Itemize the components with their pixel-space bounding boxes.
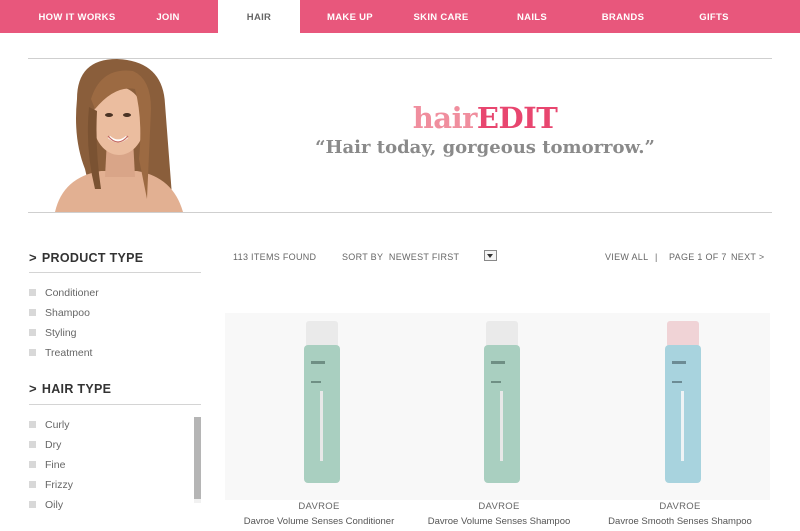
filter-divider xyxy=(29,272,201,273)
product-card[interactable]: DAVROE Davroe Smooth Senses Shampoo xyxy=(590,313,770,531)
product-brand: DAVROE xyxy=(478,501,520,512)
checkbox-icon xyxy=(29,328,36,336)
nav-hair[interactable]: HAIR xyxy=(218,0,300,33)
filter-item-label: Frizzy xyxy=(45,479,73,491)
filter-heading-label: PRODUCT TYPE xyxy=(41,251,144,265)
product-brand: DAVROE xyxy=(298,501,340,512)
view-all-link[interactable]: VIEW ALL xyxy=(605,252,648,262)
filter-item-label: Shampoo xyxy=(45,307,90,319)
sort-value: NEWEST FIRST xyxy=(388,252,460,262)
filter-heading-hair-type[interactable]: > HAIR TYPE xyxy=(29,381,111,396)
logo-edit: EDIT xyxy=(476,101,558,135)
filter-item-shampoo[interactable]: Shampoo xyxy=(29,307,90,319)
filter-divider xyxy=(29,404,201,405)
nav-nails[interactable]: NAILS xyxy=(502,0,562,33)
filter-heading-product-type[interactable]: > PRODUCT TYPE xyxy=(29,250,143,265)
filter-item-treatment[interactable]: Treatment xyxy=(29,347,92,359)
chevron-right-icon: > xyxy=(29,381,37,396)
nav-gifts[interactable]: GIFTS xyxy=(686,0,742,33)
checkbox-icon xyxy=(29,348,36,356)
product-bottle-image[interactable] xyxy=(664,321,702,485)
sort-by-label: SORT BY NEWEST FIRST xyxy=(342,252,459,262)
nav-make-up[interactable]: MAKE UP xyxy=(314,0,386,33)
checkbox-icon xyxy=(29,500,36,508)
filter-item-curly[interactable]: Curly xyxy=(29,419,70,431)
checkbox-icon xyxy=(29,420,36,428)
filter-item-label: Styling xyxy=(45,327,77,339)
sort-prefix: SORT BY xyxy=(342,252,384,262)
hairedit-logo: hairEDIT xyxy=(300,101,670,135)
filter-item-label: Treatment xyxy=(45,347,93,359)
filter-item-styling[interactable]: Styling xyxy=(29,327,77,339)
sort-dropdown-button[interactable] xyxy=(484,250,497,261)
filter-item-fine[interactable]: Fine xyxy=(29,459,65,471)
product-card[interactable]: DAVROE Davroe Volume Senses Conditioner xyxy=(229,313,409,531)
checkbox-icon xyxy=(29,308,36,316)
product-name-link[interactable]: Davroe Volume Senses Conditioner xyxy=(229,516,409,527)
product-name-link[interactable]: Davroe Volume Senses Shampoo xyxy=(409,516,589,527)
product-bottle-image[interactable] xyxy=(483,321,521,485)
filter-item-frizzy[interactable]: Frizzy xyxy=(29,479,73,491)
filter-item-dry[interactable]: Dry xyxy=(29,439,61,451)
nav-skin-care[interactable]: SKIN CARE xyxy=(400,0,482,33)
filter-item-oily[interactable]: Oily xyxy=(29,499,63,511)
checkbox-icon xyxy=(29,460,36,468)
filter-item-label: Curly xyxy=(45,419,70,431)
nav-how-it-works[interactable]: HOW IT WORKS xyxy=(28,0,126,33)
nav-join[interactable]: JOIN xyxy=(140,0,196,33)
filter-item-label: Fine xyxy=(45,459,66,471)
top-nav: HOW IT WORKS JOIN HAIR MAKE UP SKIN CARE… xyxy=(0,0,800,33)
checkbox-icon xyxy=(29,440,36,448)
checkbox-icon xyxy=(29,288,36,296)
hero-model-image xyxy=(55,59,185,212)
logo-hair: hair xyxy=(412,101,478,135)
chevron-right-icon: > xyxy=(29,250,37,265)
hero-bottom-divider xyxy=(28,212,772,213)
filter-item-conditioner[interactable]: Conditioner xyxy=(29,287,99,299)
filter-item-label: Oily xyxy=(45,499,64,511)
hero-tagline: “Hair today, gorgeous tomorrow.” xyxy=(315,137,655,158)
next-page-link[interactable]: NEXT > xyxy=(731,252,764,262)
product-bottle-image[interactable] xyxy=(303,321,341,485)
items-found-count: 113 ITEMS FOUND xyxy=(233,252,317,262)
product-brand: DAVROE xyxy=(659,501,701,512)
product-card[interactable]: DAVROE Davroe Volume Senses Shampoo xyxy=(409,313,589,531)
page-info: PAGE 1 OF 7 xyxy=(669,252,727,262)
product-name-link[interactable]: Davroe Smooth Senses Shampoo xyxy=(590,516,770,527)
checkbox-icon xyxy=(29,480,36,488)
filter-scrollbar-thumb[interactable] xyxy=(194,417,201,499)
filter-heading-label: HAIR TYPE xyxy=(41,382,112,396)
filter-item-label: Conditioner xyxy=(45,287,99,299)
nav-brands[interactable]: BRANDS xyxy=(590,0,656,33)
pager-separator: | xyxy=(655,252,658,262)
filter-item-label: Dry xyxy=(45,439,62,451)
